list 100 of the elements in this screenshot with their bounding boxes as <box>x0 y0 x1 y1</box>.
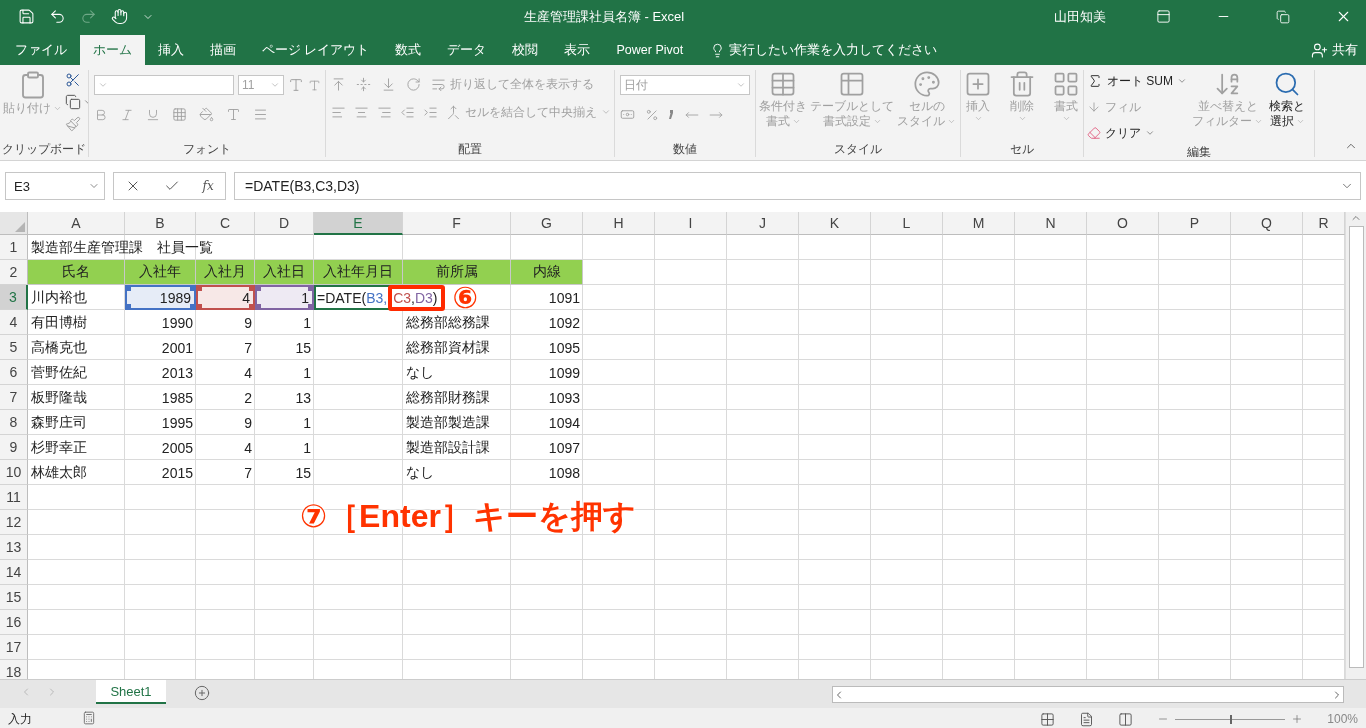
table-cell: 1 <box>303 414 311 431</box>
table-cell: 菅野佐紀 <box>31 363 87 382</box>
column-header[interactable]: E <box>314 212 403 235</box>
tell-me-field[interactable]: 実行したい作業を入力してください <box>729 41 938 59</box>
row-header[interactable]: 16 <box>0 610 28 635</box>
row-header[interactable]: 15 <box>0 585 28 610</box>
ribbon-tab[interactable]: 数式 <box>382 35 435 65</box>
column-header[interactable]: M <box>943 212 1015 235</box>
table-cell: 製造部設計課 <box>406 438 490 457</box>
row-header[interactable]: 3 <box>0 285 28 310</box>
row-header[interactable]: 1 <box>0 235 28 260</box>
row-header[interactable]: 11 <box>0 485 28 510</box>
row-header[interactable]: 4 <box>0 310 28 335</box>
row-header[interactable]: 14 <box>0 560 28 585</box>
ribbon-tab[interactable]: 表示 <box>551 35 604 65</box>
table-cell: 1995 <box>161 414 193 431</box>
table-cell: 林雄太郎 <box>31 463 87 482</box>
column-heading: 前所属 <box>403 260 511 285</box>
table-cell: 15 <box>295 339 311 356</box>
row-header[interactable]: 5 <box>0 335 28 360</box>
table-cell: 2 <box>244 389 252 406</box>
table-cell: 高橋克也 <box>31 338 87 357</box>
insert-function-button[interactable]: fx <box>202 179 214 193</box>
referenced-cell: 4 <box>196 285 255 310</box>
column-header[interactable]: D <box>255 212 314 235</box>
ribbon-tab[interactable]: 校閲 <box>499 35 552 65</box>
table-cell: 杉野幸正 <box>31 438 87 457</box>
column-heading: 入社年月日 <box>314 260 403 285</box>
autosum-button[interactable]: オート SUM <box>1087 70 1187 92</box>
table-cell: 2015 <box>161 464 193 481</box>
table-cell: 4 <box>244 439 252 456</box>
group-label: 配置 <box>457 141 483 157</box>
share-button[interactable]: 共有 <box>1332 41 1358 59</box>
row-header[interactable]: 13 <box>0 535 28 560</box>
step-number: ⑥ <box>452 282 478 313</box>
find-select-button[interactable]: 検索と 選択 <box>1268 70 1306 144</box>
sheet-tab[interactable]: Sheet1 <box>96 680 166 704</box>
column-header[interactable]: A <box>28 212 125 235</box>
table-cell: 板野隆哉 <box>31 388 87 407</box>
row-header[interactable]: 8 <box>0 410 28 435</box>
row-header[interactable]: 18 <box>0 660 28 679</box>
table-cell: 総務部総務課 <box>406 313 490 332</box>
table-cell: 4 <box>244 364 252 381</box>
ribbon-tab[interactable]: ファイル <box>2 35 80 65</box>
row-header[interactable]: 7 <box>0 385 28 410</box>
table-cell: なし <box>406 363 434 382</box>
instruction-caption: ⑦［Enter］キーを押す <box>300 497 636 536</box>
formula-field[interactable]: =DATE(B3,C3,D3) <box>234 172 1361 200</box>
group-label: 数値 <box>672 141 698 157</box>
column-header[interactable]: G <box>511 212 583 235</box>
column-header[interactable]: J <box>727 212 799 235</box>
ribbon-tab[interactable]: データ <box>434 35 500 65</box>
table-cell: 1095 <box>548 339 580 356</box>
column-header[interactable]: I <box>655 212 727 235</box>
table-cell: 1098 <box>548 464 580 481</box>
table-cell: 1099 <box>548 364 580 381</box>
row-header[interactable]: 9 <box>0 435 28 460</box>
referenced-cell: 1989 <box>125 285 196 310</box>
formula-text[interactable]: C3,D3) <box>393 289 438 306</box>
clear-button[interactable]: クリア <box>1087 122 1187 144</box>
table-cell: 川内裕也 <box>31 288 87 307</box>
column-header[interactable]: N <box>1015 212 1087 235</box>
table-cell: 2005 <box>161 439 193 456</box>
column-header[interactable]: B <box>125 212 196 235</box>
column-header[interactable]: L <box>871 212 943 235</box>
row-header[interactable]: 17 <box>0 635 28 660</box>
row-header[interactable]: 10 <box>0 460 28 485</box>
column-header[interactable]: P <box>1159 212 1231 235</box>
ribbon-tab[interactable]: Power Pivot <box>603 35 697 65</box>
column-heading: 氏名 <box>28 260 125 285</box>
formula-text[interactable]: =DATE(B3, <box>317 289 388 306</box>
ribbon-tab[interactable]: 挿入 <box>145 35 197 65</box>
row-header[interactable]: 6 <box>0 360 28 385</box>
group-label: セル <box>1009 141 1035 157</box>
table-cell: 1097 <box>548 439 580 456</box>
ribbon-tab[interactable]: 描画 <box>197 35 249 65</box>
column-header[interactable]: F <box>403 212 511 235</box>
column-header[interactable]: R <box>1303 212 1345 235</box>
sheet-title: 製造部生産管理課 社員一覧 <box>31 238 213 257</box>
column-header[interactable]: O <box>1087 212 1159 235</box>
row-header[interactable]: 12 <box>0 510 28 535</box>
table-cell: 2013 <box>161 364 193 381</box>
table-cell: 13 <box>295 389 311 406</box>
user-name[interactable]: 山田知美 <box>1054 7 1106 26</box>
column-header[interactable]: K <box>799 212 871 235</box>
table-cell: 2001 <box>161 339 193 356</box>
column-heading: 内線 <box>511 260 583 285</box>
table-cell: 1990 <box>161 314 193 331</box>
column-header[interactable]: H <box>583 212 655 235</box>
column-header[interactable]: Q <box>1231 212 1303 235</box>
table-cell: 1094 <box>548 414 580 431</box>
name-box[interactable]: E3 <box>5 172 105 200</box>
table-cell: 1985 <box>161 389 193 406</box>
ribbon-tab[interactable]: ホーム <box>80 35 145 65</box>
ribbon-tab[interactable]: ページ レイアウト <box>249 35 383 65</box>
row-header[interactable]: 2 <box>0 260 28 285</box>
table-cell: 1093 <box>548 389 580 406</box>
table-cell: 7 <box>244 464 252 481</box>
column-header[interactable]: C <box>196 212 255 235</box>
column-heading: 入社日 <box>255 260 314 285</box>
